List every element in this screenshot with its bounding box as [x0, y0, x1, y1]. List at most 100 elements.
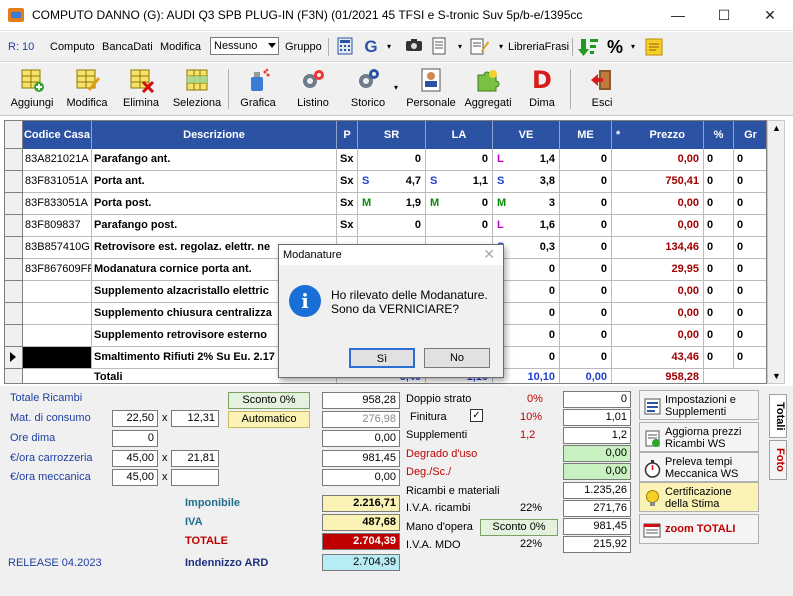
col-header-prezzo[interactable]: * Prezzo	[612, 121, 704, 149]
cell-descrizione[interactable]: Porta ant.	[92, 171, 337, 193]
cell-me[interactable]: 0	[560, 281, 612, 303]
sconto-mano-opera-button[interactable]: Sconto 0%	[480, 519, 558, 536]
grafica-button[interactable]: Grafica	[232, 63, 284, 116]
ora-meccanica-rate-field[interactable]: 45,00	[112, 469, 158, 486]
row-header[interactable]	[5, 237, 23, 259]
cell-codice[interactable]	[23, 281, 92, 303]
cell-prezzo[interactable]: 750,41	[612, 171, 704, 193]
cell-pct[interactable]: 0	[704, 325, 734, 347]
seleziona-button[interactable]: Seleziona	[168, 63, 226, 116]
col-header-la[interactable]: LA	[426, 121, 493, 149]
cell-la[interactable]: M0	[426, 193, 493, 215]
cell-me[interactable]: 0	[560, 149, 612, 171]
cell-p[interactable]: Sx	[337, 215, 358, 237]
cell-prezzo[interactable]: 0,00	[612, 325, 704, 347]
menu-r-count[interactable]: R: 10	[8, 41, 34, 53]
camera-icon[interactable]	[403, 37, 425, 57]
close-button[interactable]: ✕	[747, 0, 793, 31]
listino-button[interactable]: Listino	[288, 63, 338, 116]
deg-sc-field[interactable]: 0,00	[563, 463, 631, 480]
cell-sr[interactable]: 0	[358, 149, 426, 171]
group-combo[interactable]: Nessuno	[210, 37, 279, 55]
cell-la[interactable]: S 1,1	[426, 171, 493, 193]
ora-carrozzeria-hours-field[interactable]: 21,81	[171, 450, 219, 467]
ora-carrozzeria-rate-field[interactable]: 45,00	[112, 450, 158, 467]
cell-p[interactable]: Sx	[337, 193, 358, 215]
col-header-ve[interactable]: VE	[493, 121, 560, 149]
doppio-strato-field[interactable]: 0	[563, 391, 631, 408]
cell-gr[interactable]: 0	[734, 303, 766, 325]
sticky-note-icon[interactable]	[643, 37, 665, 57]
cell-gr[interactable]: 0	[734, 237, 766, 259]
cell-pct[interactable]: 0	[704, 303, 734, 325]
zoom-totali-button[interactable]: zoom TOTALI	[639, 514, 759, 544]
dima-button[interactable]: D Dima	[518, 63, 566, 116]
scroll-down-icon[interactable]: ▼	[772, 371, 781, 381]
cell-pct[interactable]: 0	[704, 193, 734, 215]
certificazione-button[interactable]: Certificazione della Stima	[639, 482, 759, 512]
cell-me[interactable]: 0	[560, 259, 612, 281]
totale-ricambi-field[interactable]: 958,28	[322, 392, 400, 409]
mat-consumo-rate-field[interactable]: 22,50	[112, 410, 158, 427]
cell-codice[interactable]	[23, 347, 92, 369]
cell-pct[interactable]: 0	[704, 149, 734, 171]
cell-sr[interactable]: M 1,9	[358, 193, 426, 215]
col-header-me[interactable]: ME	[560, 121, 612, 149]
cell-me[interactable]: 0	[560, 193, 612, 215]
cell-p[interactable]: Sx	[337, 149, 358, 171]
row-header[interactable]	[5, 259, 23, 281]
col-header-descrizione[interactable]: Descrizione	[92, 121, 337, 149]
cell-la[interactable]: 0	[426, 149, 493, 171]
storico-dropdown[interactable]: ▾	[394, 63, 404, 116]
table-row[interactable]: 83A821021A Parafango ant. Sx 0 0 L 1,4 0 0,00 0 0	[23, 149, 766, 171]
cell-gr[interactable]: 0	[734, 215, 766, 237]
cell-prezzo[interactable]: 134,46	[612, 237, 704, 259]
cell-me[interactable]: 0	[560, 215, 612, 237]
cell-codice[interactable]: 83F867609FR	[23, 259, 92, 281]
col-header-p[interactable]: P	[337, 121, 358, 149]
aggregati-button[interactable]: Aggregati	[460, 63, 516, 116]
cell-pct[interactable]: 0	[704, 281, 734, 303]
document-dropdown-chevron-icon[interactable]: ▾	[449, 37, 471, 57]
row-header[interactable]	[5, 347, 23, 369]
menu-computo[interactable]: Computo	[50, 41, 95, 53]
storico-button[interactable]: Storico	[342, 63, 394, 116]
esci-button[interactable]: Esci	[578, 63, 626, 116]
impostazioni-button[interactable]: Impostazioni e Supplementi	[639, 390, 759, 420]
cell-ve[interactable]: M3	[493, 193, 560, 215]
finitura-field[interactable]: 1,01	[563, 409, 631, 426]
row-header[interactable]	[5, 171, 23, 193]
cell-codice[interactable]: 83F831051A	[23, 171, 92, 193]
row-header[interactable]	[5, 193, 23, 215]
cell-gr[interactable]: 0	[734, 171, 766, 193]
cell-gr[interactable]: 0	[734, 259, 766, 281]
cell-prezzo[interactable]: 0,00	[612, 193, 704, 215]
cell-me[interactable]: 0	[560, 303, 612, 325]
personale-button[interactable]: Personale	[404, 63, 458, 116]
automatico-button[interactable]: Automatico	[228, 411, 310, 428]
cell-codice[interactable]: 83F809837	[23, 215, 92, 237]
row-header[interactable]	[5, 303, 23, 325]
col-header-gr[interactable]: Gr	[734, 121, 766, 149]
cell-gr[interactable]: 0	[734, 325, 766, 347]
col-header-sr[interactable]: SR	[358, 121, 426, 149]
cell-p[interactable]: Sx	[337, 171, 358, 193]
cell-prezzo[interactable]: 0,00	[612, 215, 704, 237]
supplementi-field[interactable]: 1,2	[563, 427, 631, 444]
menu-modifica[interactable]: Modifica	[160, 41, 201, 53]
row-header[interactable]	[5, 325, 23, 347]
table-row[interactable]: 83F833051A Porta post. Sx M 1,9 M 0 M 3 0 0,00 0 0	[23, 193, 766, 215]
g-dropdown-chevron-icon[interactable]: ▾	[378, 37, 400, 57]
finitura-checkbox[interactable]: ✓	[470, 409, 483, 422]
cell-prezzo[interactable]: 29,95	[612, 259, 704, 281]
sort-down-icon[interactable]	[578, 37, 600, 57]
cell-prezzo[interactable]: 0,00	[612, 303, 704, 325]
cell-codice[interactable]: 83A821021A	[23, 149, 92, 171]
cell-prezzo[interactable]: 0,00	[612, 149, 704, 171]
cell-gr[interactable]: 0	[734, 347, 766, 369]
col-header-codice[interactable]: Codice Casa	[23, 121, 92, 149]
cell-codice[interactable]	[23, 325, 92, 347]
cell-la[interactable]: 0	[426, 215, 493, 237]
dialog-yes-button[interactable]: Sì	[349, 348, 415, 368]
cell-codice[interactable]: 83F833051A	[23, 193, 92, 215]
